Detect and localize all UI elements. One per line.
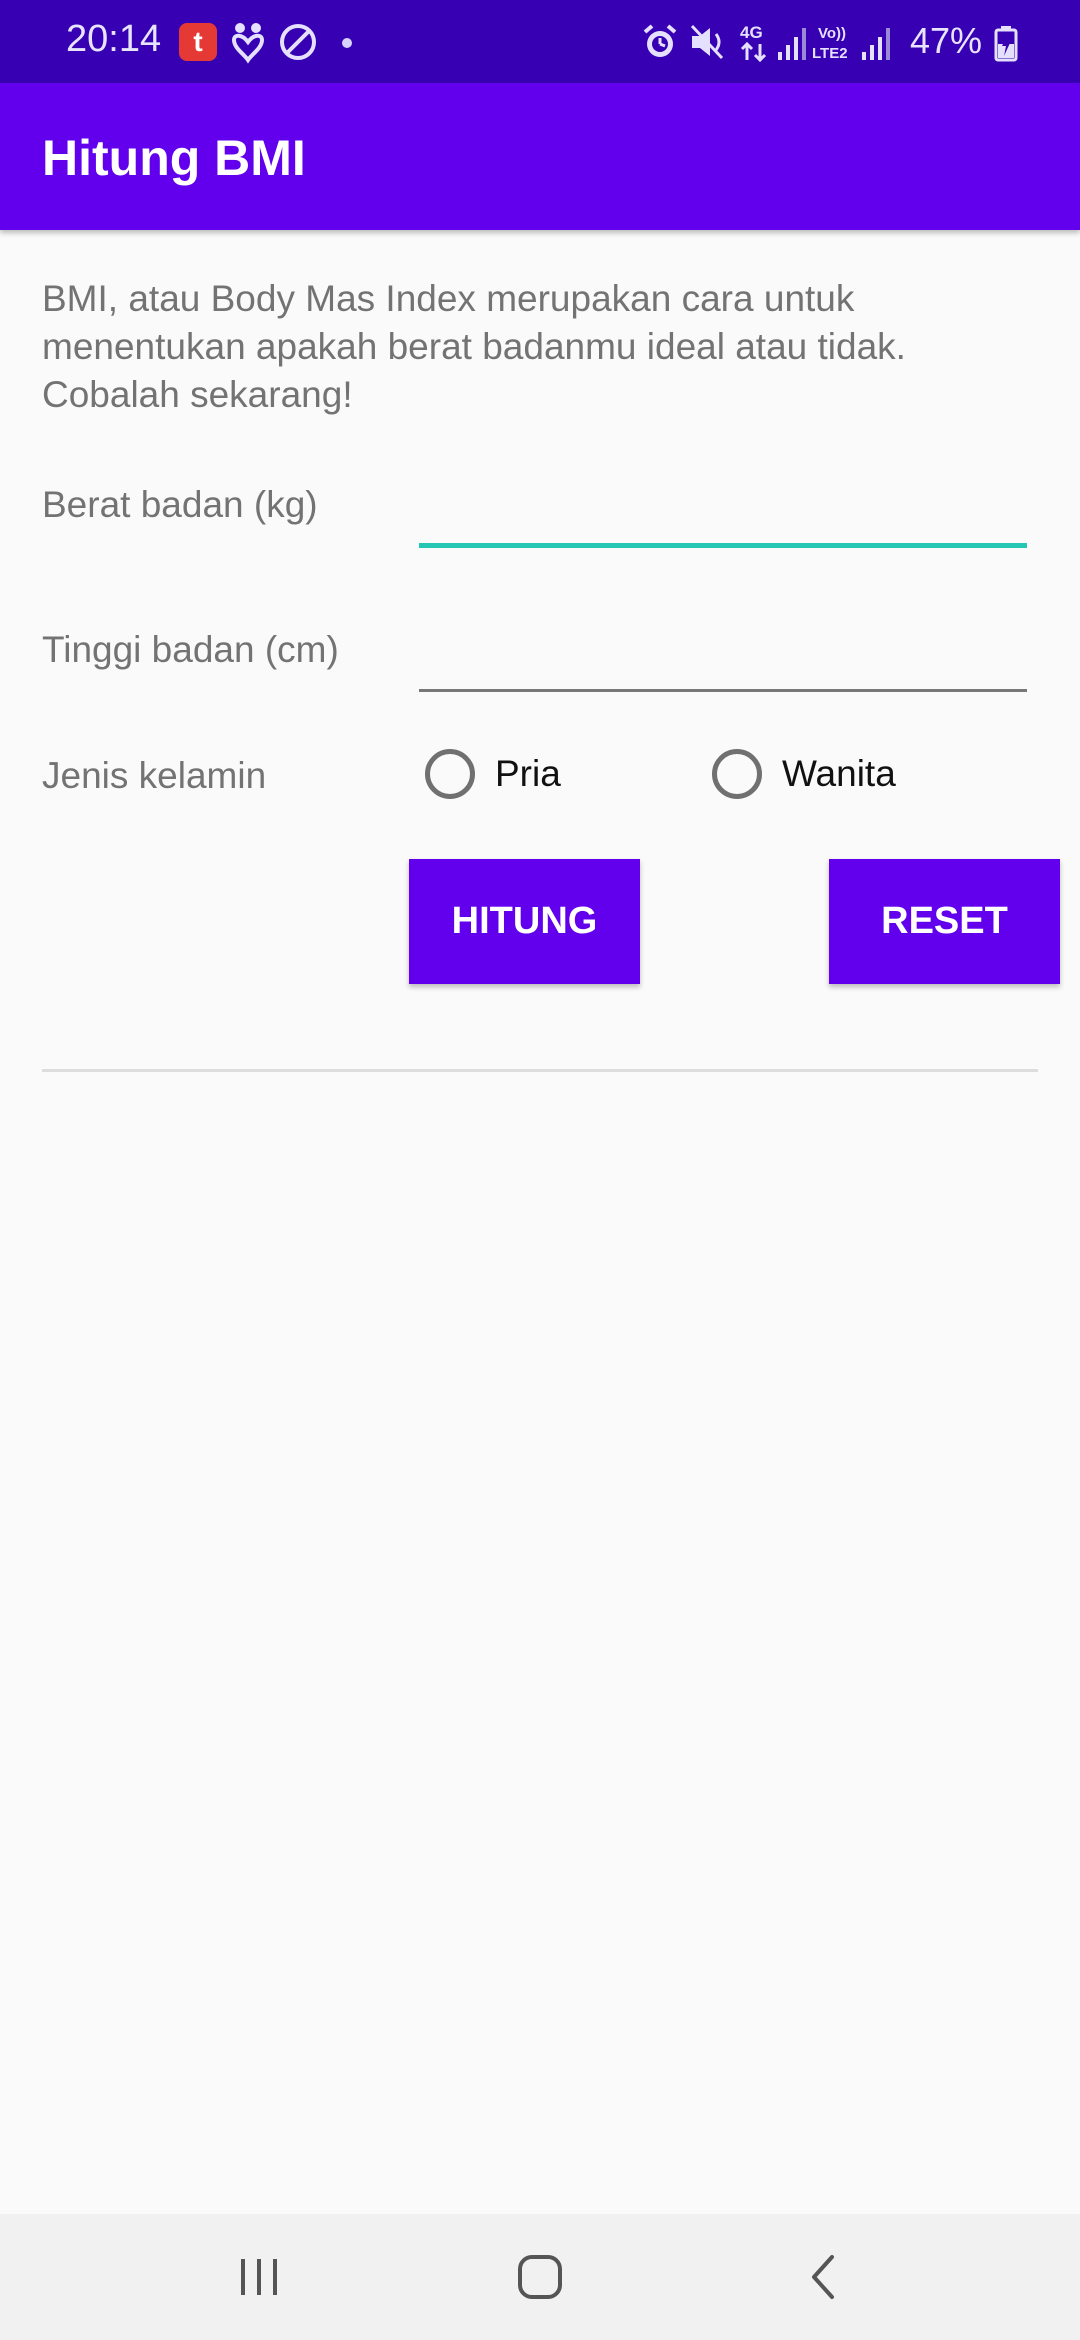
signal-icon — [776, 18, 810, 66]
app-title: Hitung BMI — [42, 130, 306, 186]
home-icon[interactable] — [515, 2242, 567, 2317]
divider — [42, 1069, 1038, 1072]
app-bar: Hitung BMI — [0, 83, 1080, 230]
intro-text: BMI, atau Body Mas Index merupakan cara … — [42, 278, 906, 415]
battery-charging-icon — [992, 18, 1020, 66]
telkomsel-app-icon: t — [179, 23, 217, 61]
svg-text:4G: 4G — [740, 23, 763, 42]
radio-pria[interactable]: Pria — [425, 749, 561, 799]
alarm-icon — [640, 18, 680, 66]
svg-text:LTE2: LTE2 — [812, 45, 848, 62]
volte-icon: Vo)) LTE2 — [812, 18, 858, 66]
radio-pria-label[interactable]: Pria — [495, 753, 561, 795]
radio-wanita[interactable]: Wanita — [712, 749, 896, 799]
svg-text:Vo)): Vo)) — [818, 25, 846, 42]
radio-circle-icon[interactable] — [712, 749, 762, 799]
status-bar: 20:14 t 4G Vo)) LTE2 47% — [0, 0, 1080, 83]
height-input[interactable] — [419, 622, 1027, 692]
radio-circle-icon[interactable] — [425, 749, 475, 799]
signal-2-icon — [860, 18, 894, 66]
battery-percent: 47% — [910, 20, 983, 61]
back-icon[interactable] — [800, 2242, 846, 2317]
radio-wanita-label[interactable]: Wanita — [782, 753, 896, 795]
status-time: 20:14 — [66, 18, 162, 60]
gender-label: Jenis kelamin — [42, 755, 267, 796]
weight-label: Berat badan (kg) — [42, 484, 318, 525]
weight-input[interactable] — [419, 478, 1027, 548]
more-notifications-dot — [342, 38, 352, 48]
navigation-bar — [0, 2214, 1080, 2340]
heart-notification-icon — [228, 20, 268, 69]
height-label: Tinggi badan (cm) — [42, 629, 339, 670]
mute-icon — [688, 18, 728, 66]
do-not-disturb-icon — [278, 22, 318, 67]
recent-apps-icon[interactable] — [236, 2242, 282, 2317]
4g-data-icon: 4G — [738, 18, 772, 66]
calculate-button[interactable]: HITUNG — [409, 859, 640, 984]
reset-button[interactable]: RESET — [829, 859, 1060, 984]
